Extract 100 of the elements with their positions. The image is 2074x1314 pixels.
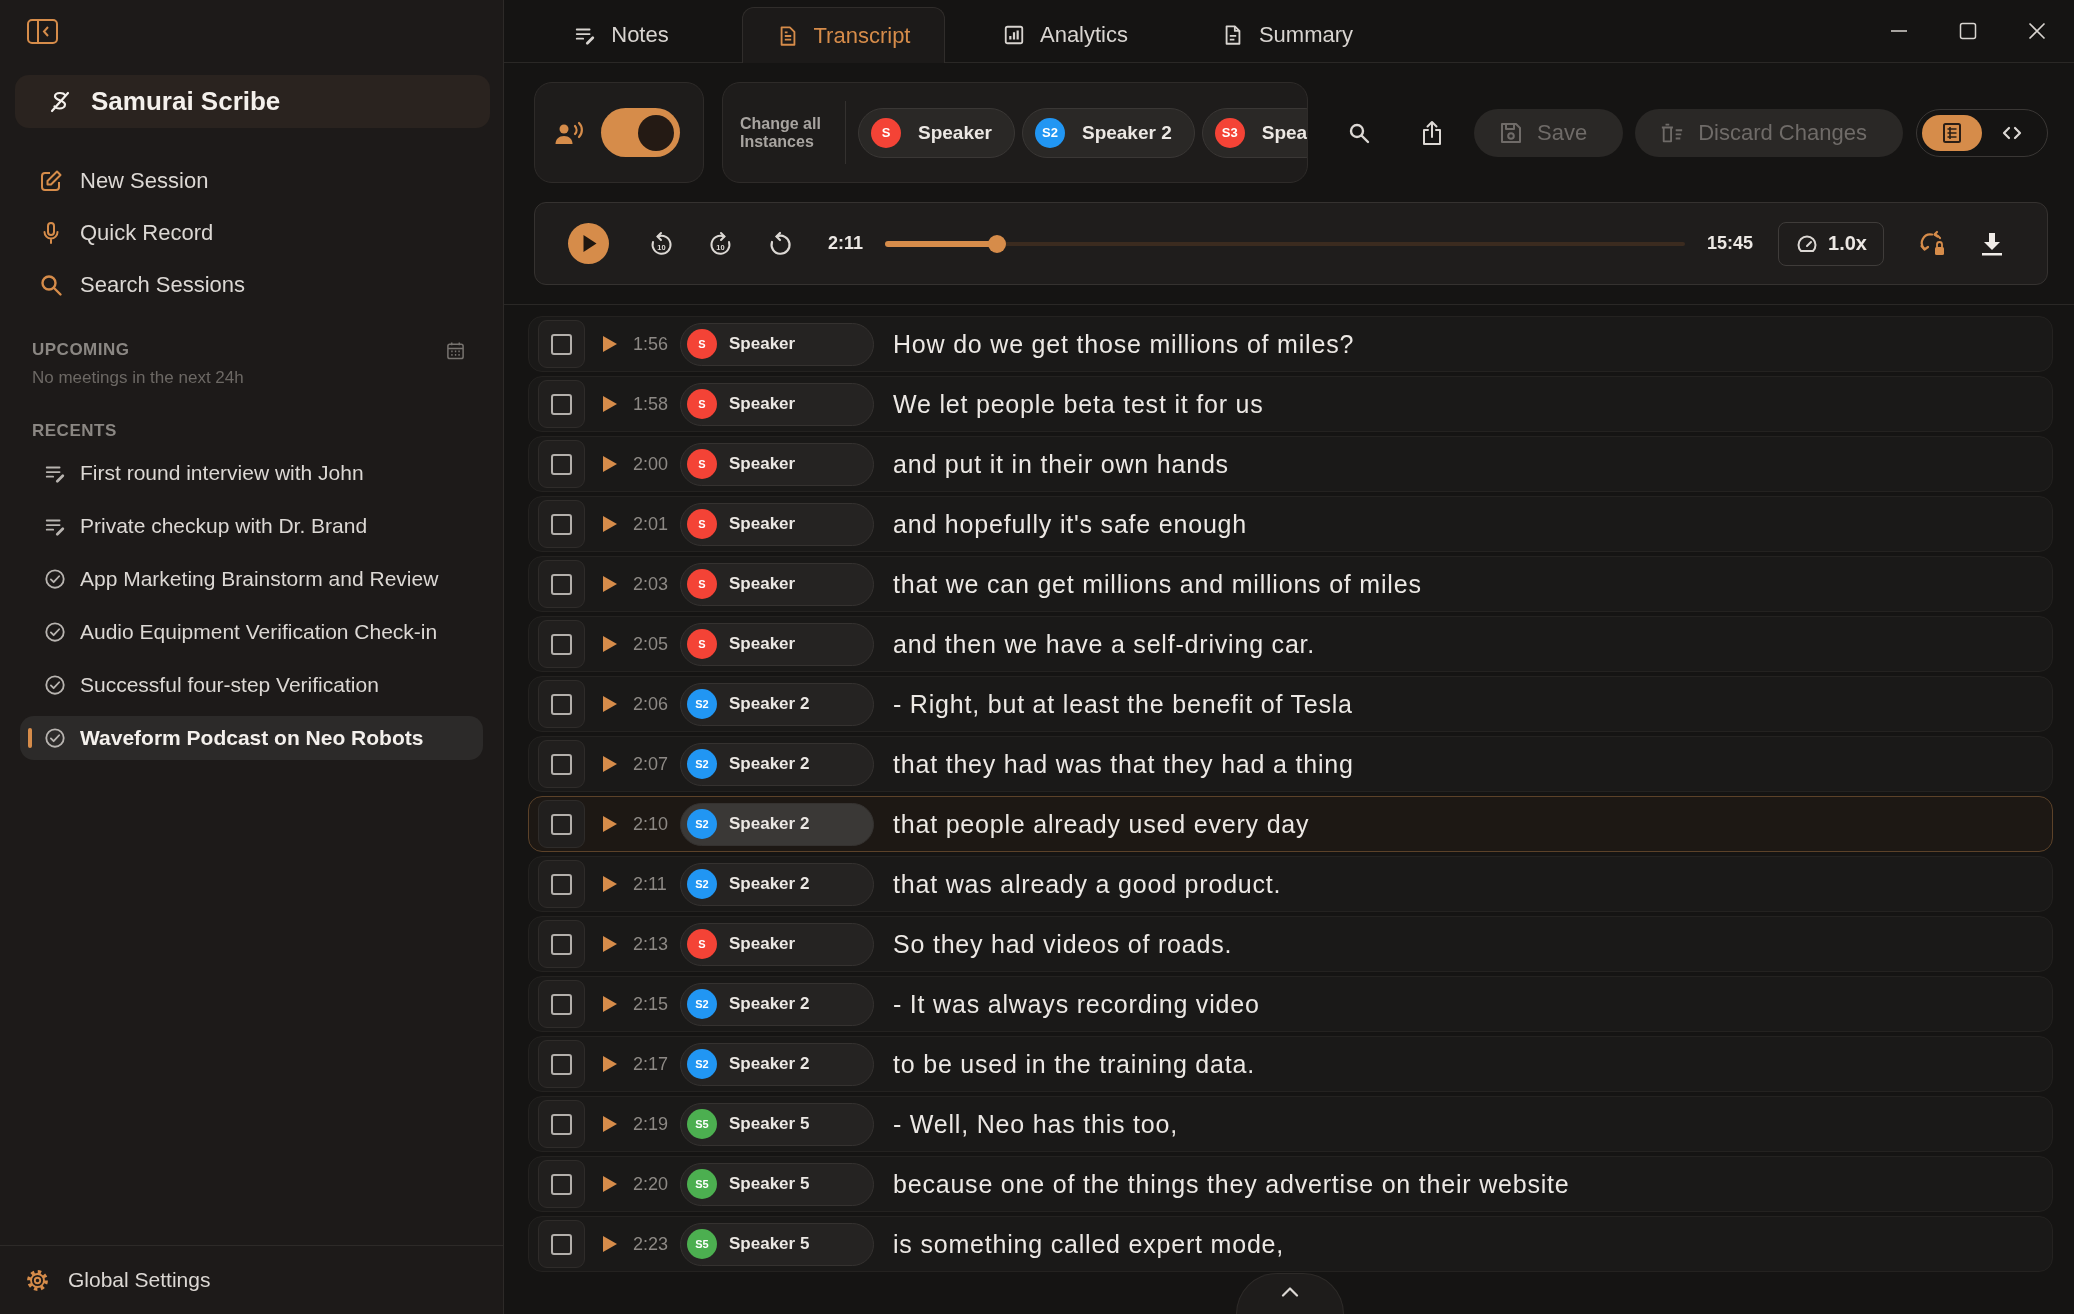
row-checkbox[interactable] [538,680,585,728]
calendar-icon[interactable] [446,340,465,360]
nav-item[interactable]: Search Sessions [39,263,246,307]
share-icon[interactable] [1421,119,1443,146]
row-checkbox[interactable] [538,1220,585,1268]
row-checkbox[interactable] [538,1100,585,1148]
play-icon[interactable] [603,936,617,952]
speaker-chip[interactable]: S2 Speaker 2 [680,1042,874,1086]
transcript-row[interactable]: 2:07 S2 Speaker 2 that they had was that they had a thing [528,736,2053,792]
settings-item[interactable]: Global Settings [25,1267,211,1293]
play-icon[interactable] [603,516,617,532]
sync-lock-icon[interactable] [1919,229,1947,258]
speaker-chip[interactable]: S2 Speaker 2 [680,862,874,906]
transcript-row[interactable]: 2:15 S2 Speaker 2 - It was always recording video [528,976,2053,1032]
transcript-row[interactable]: 2:13 S Speaker So they had videos of roads. [528,916,2053,972]
session-item[interactable]: App Marketing Brainstorm and Review [44,557,439,601]
transcript-row[interactable]: 2:19 S5 Speaker 5 - Well, Neo has this too, [528,1096,2053,1152]
speaker-chip[interactable]: S2 Speaker 2 [680,802,874,846]
search-icon[interactable] [1348,121,1370,144]
timestamp: 2:05 [633,633,670,655]
playback-speed-button[interactable]: 1.0x [1778,221,1884,266]
maximize-icon[interactable] [1959,22,1977,40]
tab[interactable]: Analytics [1002,19,1128,50]
transcript-row[interactable]: 2:06 S2 Speaker 2 - Right, but at least the benefit of Tesla [528,676,2053,732]
row-checkbox[interactable] [538,500,585,548]
row-checkbox[interactable] [538,980,585,1028]
row-checkbox[interactable] [538,440,585,488]
transcript-row[interactable]: 2:01 S Speaker and hopefully it's safe enough [528,496,2053,552]
row-checkbox[interactable] [538,920,585,968]
speaker-chip[interactable]: S Speaker [680,442,874,486]
slider-thumb[interactable] [988,234,1007,253]
transcript-row[interactable]: 2:03 S Speaker that we can get millions and millions of miles [528,556,2053,612]
speaker-chip[interactable]: S Speaker [680,322,874,366]
row-checkbox[interactable] [538,1160,585,1208]
row-checkbox[interactable] [538,560,585,608]
restart-icon[interactable] [768,230,792,257]
play-icon[interactable] [603,636,617,652]
timestamp: 2:23 [633,1233,670,1255]
timestamp: 1:58 [633,393,670,415]
play-icon[interactable] [603,456,617,472]
download-icon[interactable] [1981,230,2003,257]
speaker-chip[interactable]: S Speaker [858,107,1015,158]
play-icon[interactable] [603,696,617,712]
row-checkbox[interactable] [538,620,585,668]
transcript-row[interactable]: 2:05 S Speaker and then we have a self-driving car. [528,616,2053,672]
transcript-row[interactable]: 2:23 S5 Speaker 5 is something called expert mode, [528,1216,2053,1272]
speaker-chip[interactable]: S5 Speaker 5 [680,1222,874,1266]
row-checkbox[interactable] [538,740,585,788]
transcript-row[interactable]: 2:17 S2 Speaker 2 to be used in the training data. [528,1036,2053,1092]
play-icon[interactable] [603,1056,617,1072]
tab[interactable]: Transcript [742,7,945,63]
play-icon[interactable] [568,223,609,264]
play-icon[interactable] [603,756,617,772]
speaker-chip[interactable]: S Speaker [680,382,874,426]
session-item[interactable]: Waveform Podcast on Neo Robots [20,716,483,760]
play-icon[interactable] [603,816,617,832]
speaker-badge: S2 [687,809,717,839]
toggle-switch[interactable] [601,108,680,157]
play-icon[interactable] [603,876,617,892]
nav-item[interactable]: New Session [39,159,209,203]
play-icon[interactable] [603,1236,617,1252]
speaker-chip[interactable]: S3 Spea [1201,107,1307,158]
play-icon[interactable] [603,1116,617,1132]
row-checkbox[interactable] [538,380,585,428]
play-icon[interactable] [603,336,617,352]
speaker-chip[interactable]: S2 Speaker 2 [680,682,874,726]
row-checkbox[interactable] [538,1040,585,1088]
view-mode-button[interactable] [1921,114,1982,151]
transcript-row[interactable]: 2:10 S2 Speaker 2 that people already used every day [528,796,2053,852]
speaker-chip[interactable]: S5 Speaker 5 [680,1102,874,1146]
tab[interactable]: Notes [574,19,669,50]
seek-slider[interactable] [885,234,1685,253]
row-checkbox[interactable] [538,860,585,908]
sidebar-collapse-icon[interactable] [27,19,58,44]
speaker-chip[interactable]: S Speaker [680,622,874,666]
transcript-row[interactable]: 1:58 S Speaker We let people beta test it for us [528,376,2053,432]
session-item[interactable]: Successful four-step Verification [44,663,379,707]
transcript-row[interactable]: 2:11 S2 Speaker 2 that was already a good product. [528,856,2053,912]
nav-item[interactable]: Quick Record [39,211,214,255]
speaker-chip[interactable]: S2 Speaker 2 [680,742,874,786]
transcript-row[interactable]: 1:56 S Speaker How do we get those millions of miles? [528,316,2053,372]
play-icon[interactable] [603,576,617,592]
speaker-chip[interactable]: S5 Speaker 5 [680,1162,874,1206]
session-item[interactable]: Private checkup with Dr. Brand [44,504,368,548]
play-icon[interactable] [603,396,617,412]
transcript-row[interactable]: 2:20 S5 Speaker 5 because one of the things they advertise on their website [528,1156,2053,1212]
row-checkbox[interactable] [538,320,585,368]
speaker-chip[interactable]: S2 Speaker 2 [1021,107,1195,158]
row-checkbox[interactable] [538,800,585,848]
speaker-chip[interactable]: S2 Speaker 2 [680,982,874,1026]
session-item[interactable]: Audio Equipment Verification Check-in [44,610,438,654]
speaker-chip[interactable]: S Speaker [680,502,874,546]
close-icon[interactable] [2028,22,2046,40]
session-item[interactable]: First round interview with John [44,451,364,495]
tab[interactable]: Summary [1221,19,1354,50]
play-icon[interactable] [603,996,617,1012]
transcript-row[interactable]: 2:00 S Speaker and put it in their own hands [528,436,2053,492]
speaker-chip[interactable]: S Speaker [680,922,874,966]
play-icon[interactable] [603,1176,617,1192]
speaker-chip[interactable]: S Speaker [680,562,874,606]
